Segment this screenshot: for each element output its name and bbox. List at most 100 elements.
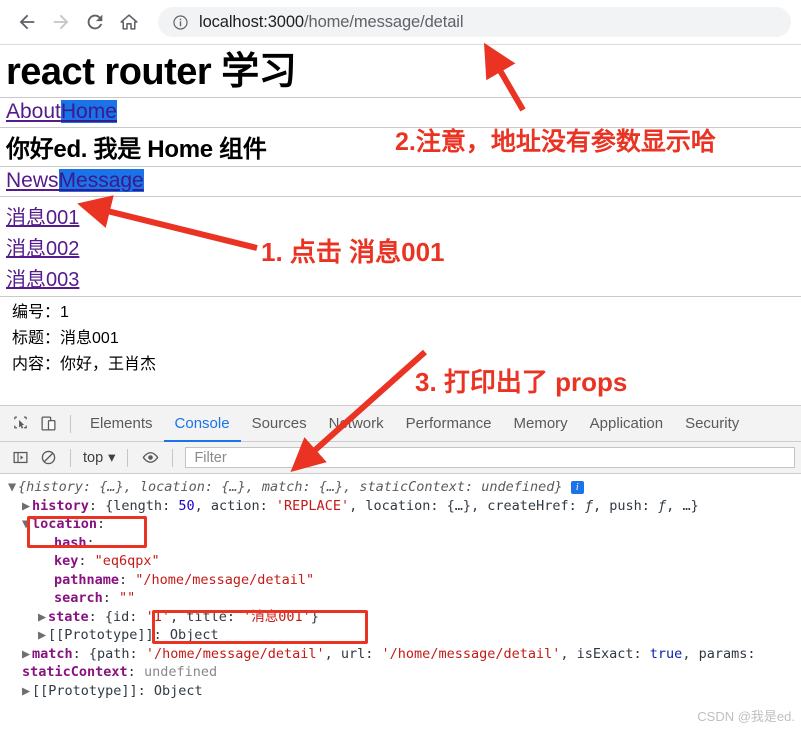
prop-value-pathname: "/home/message/detail" [135,571,315,588]
console-context-value: top [83,449,104,466]
devtools-tabbar: Elements Console Sources Network Perform… [0,406,801,442]
live-expression-icon[interactable] [136,444,164,472]
console-row-state[interactable]: ▶ state: {id: '1', title: '消息001'} [0,608,801,627]
tab-console[interactable]: Console [163,406,241,442]
nav-link-home[interactable]: Home [60,99,117,123]
highlight-box-state [152,610,368,644]
web-page-content: react router 学习 AboutHome 你好ed. 我是 Home … [0,45,801,404]
detail-row-content: 内容：你好，王肖杰 [6,349,795,375]
prop-value-push: ƒ [658,497,667,514]
detail-value-title: 消息001 [60,329,119,347]
prop-key-key: key [54,553,79,569]
console-sidebar-icon[interactable] [6,444,34,472]
back-arrow-icon [19,14,35,30]
url-host: localhost:3000 [199,12,305,31]
prop-key-isexact: isExact [576,645,634,662]
prop-value-key: "eq6qpx" [94,553,160,569]
prop-key-pathname: pathname [54,571,120,588]
nav-link-message[interactable]: Message [58,168,144,192]
nav-link-news[interactable]: News [6,169,59,192]
tab-sources[interactable]: Sources [241,406,318,442]
disclosure-triangle-icon[interactable]: ▶ [38,608,48,627]
console-row-root[interactable]: ▼ {history: {…}, location: {…}, match: {…… [0,478,801,497]
url-text: localhost:3000/home/message/detail [199,12,464,32]
prop-value-search: "" [119,590,136,606]
disclosure-triangle-icon[interactable]: ▶ [38,626,48,645]
tab-memory[interactable]: Memory [503,406,579,442]
detail-value-content: 你好，王肖杰 [60,355,157,373]
prototype-label: [[Prototype]]: Object [32,682,203,699]
annotation-note-2: 2.注意，地址没有参数显示哈 [395,128,716,156]
console-row-search: search: "" [54,590,136,606]
detail-label-title: 标题： [12,329,61,347]
prop-value-path: '/home/message/detail' [145,645,325,662]
reload-icon [87,14,103,30]
console-output: ▼ {history: {…}, location: {…}, match: {…… [0,474,801,730]
home-icon [120,14,138,30]
detail-row-title: 标题：消息001 [6,323,795,349]
list-item: 消息001 [6,200,795,231]
page-title: react router 学习 [6,51,297,93]
prop-value-isexact: true [649,645,683,662]
prop-key-history: history [32,497,89,514]
prop-value-url: '/home/message/detail' [381,645,561,662]
tab-elements[interactable]: Elements [79,406,164,442]
prop-key-length: length [113,497,163,514]
clear-console-icon[interactable] [34,444,62,472]
prop-value-staticcontext: undefined [143,664,218,680]
tab-security[interactable]: Security [674,406,750,442]
prop-value-location: {…} [446,497,472,514]
sub-nav: NewsMessage [0,167,801,196]
reload-button[interactable] [78,5,112,39]
inspect-element-icon[interactable] [6,410,34,438]
prop-key-location: location [365,497,431,514]
prop-key-action: action [210,497,260,514]
tab-application[interactable]: Application [579,406,674,442]
forward-arrow-icon [53,14,69,30]
prop-key-search: search [54,590,103,606]
console-row-match[interactable]: ▶ match: {path: '/home/message/detail', u… [0,645,801,664]
console-filter-input[interactable]: Filter [185,447,795,468]
back-button[interactable] [10,5,44,39]
disclosure-triangle-icon[interactable]: ▼ [8,478,18,497]
console-row-history[interactable]: ▶ history: {length: 50, action: 'REPLACE'… [0,497,801,516]
prop-value-action: 'REPLACE' [275,497,350,514]
tab-performance[interactable]: Performance [395,406,503,442]
detail-value-id: 1 [60,303,69,321]
console-row-root-prototype[interactable]: ▶ [[Prototype]]: Object [0,682,801,701]
message-detail: 编号：1 标题：消息001 内容：你好，王肖杰 [0,297,801,375]
tab-network[interactable]: Network [318,406,395,442]
url-path: /home/message/detail [304,12,464,31]
disclosure-triangle-icon[interactable]: ▶ [22,682,32,701]
message-link-003[interactable]: 消息003 [6,269,79,291]
disclosure-triangle-icon[interactable]: ▶ [22,497,32,516]
message-link-001[interactable]: 消息001 [6,207,79,229]
prop-key-url: url [340,645,366,662]
prop-value-length: 50 [178,497,195,514]
address-bar[interactable]: localhost:3000/home/message/detail [158,7,791,37]
device-toolbar-icon[interactable] [34,410,62,438]
console-row-location-prototype[interactable]: ▶ [[Prototype]]: Object [0,626,801,645]
toolbar-separator [70,414,71,433]
message-link-002[interactable]: 消息002 [6,238,79,260]
watermark: CSDN @我是ed. [697,708,795,724]
prop-key-createhref: createHref [487,497,569,514]
toolbar-separator [70,448,71,467]
home-button[interactable] [112,5,146,39]
chevron-down-icon: ▾ [108,449,116,466]
nav-link-about[interactable]: About [6,100,61,123]
highlight-box-location [27,516,147,548]
console-row-key: key: "eq6qpx" [54,553,160,569]
prop-key-path: path [97,645,130,662]
site-info-icon[interactable] [172,14,189,31]
annotation-note-1: 1. 点击 消息001 [261,237,445,267]
prop-value-createhref: ƒ [584,497,593,514]
disclosure-triangle-icon[interactable]: ▶ [22,645,32,664]
console-context-selector[interactable]: top ▾ [79,450,119,466]
prop-key-staticcontext: staticContext [22,664,128,680]
toolbar-separator [172,448,174,467]
prop-key-match: match [32,645,73,662]
info-badge-icon[interactable]: i [570,481,584,494]
devtools-panel: Elements Console Sources Network Perform… [0,405,801,727]
prop-key-state: state [48,608,89,625]
